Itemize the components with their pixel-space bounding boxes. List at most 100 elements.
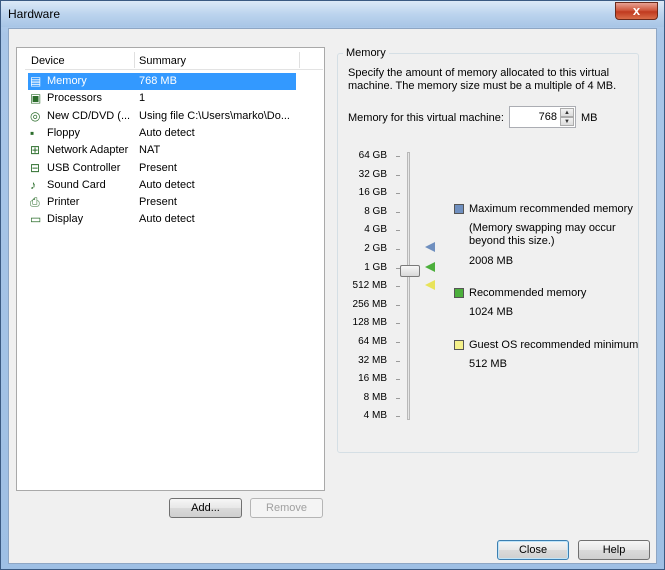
recommended-memory-marker-icon: [425, 262, 435, 272]
device-name: Network Adapter: [47, 144, 129, 157]
memory-scale-label: 32 MB: [358, 354, 387, 366]
device-name: Printer: [47, 196, 80, 209]
usb-icon: ⊟: [30, 160, 41, 175]
memory-scale-tick: [396, 286, 400, 288]
spin-up-icon[interactable]: ▲: [560, 108, 574, 117]
column-separator[interactable]: [134, 52, 135, 68]
sound-card-icon: ♪: [30, 177, 36, 192]
memory-scale-label: 1 GB: [364, 261, 387, 273]
window-title: Hardware: [8, 7, 61, 21]
help-button[interactable]: Help: [578, 540, 650, 560]
memory-slider-track[interactable]: [407, 152, 410, 420]
memory-spinbox[interactable]: 768 ▲ ▼: [509, 106, 576, 128]
device-summary: Present: [139, 196, 177, 209]
max-memory-value: 2008 MB: [469, 255, 514, 267]
device-row[interactable]: ▣ Processors 1: [28, 90, 296, 107]
device-row[interactable]: ⊟ USB Controller Present: [28, 160, 296, 177]
device-summary: Auto detect: [139, 213, 195, 226]
device-row[interactable]: ▤ Memory 768 MB: [28, 73, 296, 90]
memory-scale-label: 64 GB: [358, 150, 387, 161]
printer-icon: ⎙: [30, 195, 40, 210]
memory-scale-label: 4 GB: [364, 224, 387, 236]
processor-icon: ▣: [30, 91, 42, 106]
device-name: Display: [47, 213, 84, 226]
memory-scale-tick: [396, 342, 400, 343]
max-memory-legend-icon: [454, 204, 464, 214]
memory-scale-tick: [396, 360, 400, 362]
device-row[interactable]: ♪ Sound Card Auto detect: [28, 177, 296, 194]
device-name: New CD/DVD (...: [47, 109, 131, 122]
guest-os-min-value: 512 MB: [469, 358, 507, 370]
memory-scale-label: 16 GB: [358, 187, 387, 199]
memory-unit: MB: [581, 112, 598, 124]
memory-scale-label: 8 GB: [364, 205, 387, 217]
column-header-summary[interactable]: Summary: [139, 55, 186, 67]
guest-os-min-legend-icon: [454, 340, 464, 350]
memory-group-title: Memory: [343, 47, 389, 59]
device-summary: Present: [139, 161, 177, 174]
memory-scale-label: 2 GB: [364, 243, 387, 254]
device-row[interactable]: ▪ Floppy Auto detect: [28, 125, 296, 142]
max-memory-marker-icon: [425, 242, 435, 252]
memory-icon: ▤: [30, 74, 42, 88]
remove-button[interactable]: Remove: [250, 498, 323, 518]
device-row[interactable]: ◎ New CD/DVD (... Using file C:\Users\mark…: [28, 108, 296, 125]
max-memory-note: (Memory swapping may occur beyond this s…: [469, 222, 616, 247]
close-button[interactable]: Close: [497, 540, 569, 560]
device-summary: NAT: [139, 144, 161, 157]
guest-os-min-title: Guest OS recommended minimum: [469, 339, 639, 351]
memory-scale-label: 16 MB: [358, 373, 387, 385]
display-icon: ▭: [30, 212, 42, 227]
min-memory-marker-icon: [425, 280, 435, 290]
add-button[interactable]: Add...: [169, 498, 242, 518]
memory-scale-label: 8 MB: [363, 391, 387, 403]
column-header-device[interactable]: Device: [31, 55, 65, 67]
memory-scale-tick: [396, 304, 400, 306]
memory-scale-tick: [396, 230, 400, 232]
memory-slider-thumb[interactable]: [400, 265, 420, 277]
max-memory-title: Maximum recommended memory: [469, 203, 633, 215]
close-icon[interactable]: x: [615, 2, 658, 20]
memory-scale-label: 4 MB: [363, 410, 387, 422]
cd-dvd-icon: ◎: [30, 108, 41, 123]
memory-scale-label: 128 MB: [352, 317, 387, 329]
device-list-header: Device Summary: [25, 50, 323, 70]
memory-scale-label: 32 GB: [358, 168, 387, 180]
memory-scale-tick: [396, 323, 400, 325]
device-name: Processors: [47, 92, 103, 105]
memory-scale-tick: [396, 156, 400, 157]
memory-scale-tick: [396, 193, 400, 195]
memory-scale-label: 64 MB: [358, 336, 387, 347]
title-bar: Hardware x: [1, 1, 664, 27]
device-summary: 1: [139, 92, 146, 105]
memory-scale-tick: [396, 397, 400, 399]
device-name: USB Controller: [47, 161, 121, 174]
device-summary: Auto detect: [139, 126, 195, 139]
memory-value-input[interactable]: 768: [539, 111, 557, 123]
memory-scale-tick: [396, 416, 400, 418]
device-row[interactable]: ⊞ Network Adapter NAT: [28, 142, 296, 159]
memory-scale-tick: [396, 211, 400, 213]
device-row[interactable]: ▭ Display Auto detect: [28, 211, 296, 228]
memory-description: Specify the amount of memory allocated t…: [348, 67, 617, 92]
memory-scale-tick: [396, 249, 400, 250]
memory-field-label: Memory for this virtual machine:: [348, 112, 504, 124]
memory-scale-tick: [396, 379, 400, 381]
device-summary: Auto detect: [139, 178, 195, 191]
column-separator[interactable]: [299, 52, 300, 68]
spin-down-icon[interactable]: ▼: [560, 117, 574, 126]
device-summary: 768 MB: [139, 75, 177, 87]
floppy-icon: ▪: [30, 125, 35, 140]
device-name: Floppy: [47, 126, 81, 139]
device-row[interactable]: ⎙ Printer Present: [28, 194, 296, 211]
memory-scale-tick: [396, 174, 400, 176]
memory-scale-label: 512 MB: [352, 280, 387, 292]
device-name: Memory: [47, 75, 87, 87]
recommended-memory-title: Recommended memory: [469, 287, 587, 299]
recommended-memory-legend-icon: [454, 288, 464, 298]
recommended-memory-value: 1024 MB: [469, 306, 514, 318]
network-adapter-icon: ⊞: [30, 143, 41, 158]
device-name: Sound Card: [47, 178, 106, 191]
device-summary: Using file C:\Users\marko\Do...: [139, 109, 290, 122]
memory-scale-label: 256 MB: [352, 298, 387, 310]
